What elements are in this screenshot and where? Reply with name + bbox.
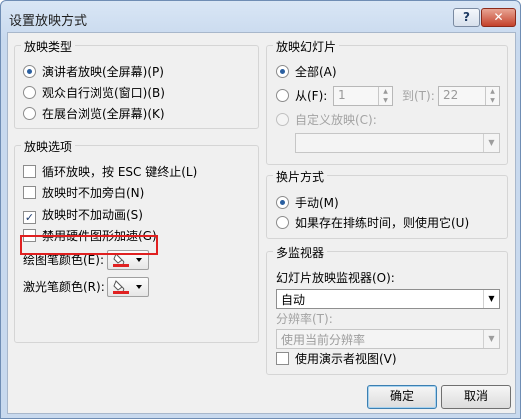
to-value: 22 [443,88,459,102]
all-slides-radio[interactable]: 全部(A) [276,64,337,80]
laser-color-label: 激光笔颜色(R): [23,280,105,294]
radio-label: 如果存在排练时间，则使用它(U) [295,216,470,230]
checkbox-label: 放映时不加旁白(N) [42,186,145,200]
radio-label: 观众自行浏览(窗口)(B) [42,86,165,100]
loop-checkbox[interactable]: 循环放映，按 ESC 键终止(L) [23,164,197,180]
radio-icon [276,65,289,78]
radio-icon [276,113,289,126]
highlight-box [20,235,158,255]
close-button[interactable]: ✕ [481,8,516,27]
monitors-group-label: 多监视器 [273,244,328,261]
checkbox-icon [276,352,289,365]
to-spinner[interactable]: 22 ▲ ▼ [438,86,500,106]
dropdown-arrow-icon[interactable]: ▼ [483,134,499,152]
radio-label: 手动(M) [295,196,339,210]
custom-show-select[interactable]: ▼ [295,133,500,153]
dropdown-arrow-icon[interactable]: ▼ [483,290,499,308]
monitor-select[interactable]: 自动 ▼ [276,289,500,309]
from-value: 1 [338,88,346,102]
to-label: 到(T): [402,89,435,103]
custom-show-radio[interactable]: 自定义放映(C): [276,112,377,128]
radio-label: 全部(A) [295,65,337,79]
radio-icon [276,196,289,209]
advance-group-label: 换片方式 [273,168,328,185]
radio-label: 演讲者放映(全屏幕)(P) [42,65,164,79]
checkbox-label: 放映时不加动画(S) [42,208,143,222]
resolution-label: 分辨率(T): [276,312,333,326]
dialog-window: 设置放映方式 ? ✕ 放映类型 演讲者放映(全屏幕)(P) 观众自行浏览(窗口)… [0,0,521,419]
radio-label: 自定义放映(C): [295,113,377,127]
show-options-group-label: 放映选项 [21,138,76,155]
show-type-presenter-radio[interactable]: 演讲者放映(全屏幕)(P) [23,64,164,80]
no-animation-checkbox[interactable]: ✓ 放映时不加动画(S) [23,207,143,224]
checkbox-label: 使用演示者视图(V) [295,352,397,366]
radio-icon [23,65,36,78]
checkbox-icon [23,186,36,199]
checkbox-icon [23,165,36,178]
monitor-label: 幻灯片放映监视器(O): [276,271,395,285]
slides-group-label: 放映幻灯片 [273,38,340,55]
radio-label: 在展台浏览(全屏幕)(K) [42,107,165,121]
no-narration-checkbox[interactable]: 放映时不加旁白(N) [23,185,144,201]
from-slides-radio[interactable]: 从(F): [276,88,327,104]
resolution-select[interactable]: 使用当前分辨率 ▼ [276,329,500,349]
show-type-window-radio[interactable]: 观众自行浏览(窗口)(B) [23,85,165,101]
dialog-title: 设置放映方式 [9,14,88,29]
checkbox-label: 循环放映，按 ESC 键终止(L) [42,165,198,179]
timings-advance-radio[interactable]: 如果存在排练时间，则使用它(U) [276,215,469,231]
resolution-value: 使用当前分辨率 [281,333,366,347]
ok-button[interactable]: 确定 [367,385,437,409]
from-spinner[interactable]: 1 ▲ ▼ [333,86,393,106]
manual-advance-radio[interactable]: 手动(M) [276,195,339,211]
dropdown-arrow-icon[interactable]: ▼ [483,330,499,348]
spinner-arrows-icon[interactable]: ▲ ▼ [378,87,392,105]
presenter-view-checkbox[interactable]: 使用演示者视图(V) [276,351,397,367]
show-type-group-label: 放映类型 [21,38,76,55]
radio-icon [276,89,289,102]
radio-label: 从(F): [295,89,328,103]
radio-icon [23,86,36,99]
cancel-button[interactable]: 取消 [441,385,511,409]
monitor-value: 自动 [281,293,306,307]
laser-color-icon [113,280,142,294]
radio-icon [23,107,36,120]
radio-icon [276,216,289,229]
show-type-kiosk-radio[interactable]: 在展台浏览(全屏幕)(K) [23,106,165,122]
dialog-body: 放映类型 演讲者放映(全屏幕)(P) 观众自行浏览(窗口)(B) 在展台浏览(全… [7,32,516,414]
spinner-arrows-icon[interactable]: ▲ ▼ [485,87,499,105]
laser-color-button[interactable] [107,277,149,297]
help-button[interactable]: ? [453,8,480,27]
checkmark-icon: ✓ [23,211,36,224]
title-bar: 设置放映方式 ? ✕ [1,1,520,35]
